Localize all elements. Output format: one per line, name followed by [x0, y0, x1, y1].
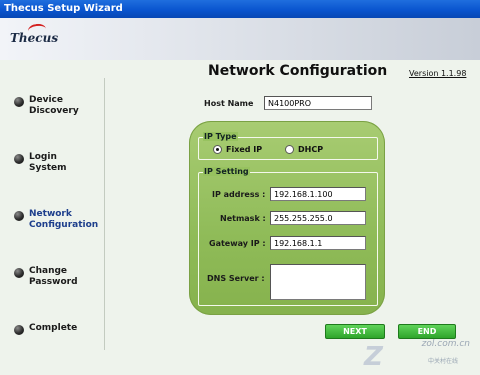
sidebar-item-label: Network Configuration	[29, 209, 99, 230]
dns-server-label: DNS Server :	[207, 274, 265, 283]
next-button[interactable]: NEXT	[325, 324, 385, 339]
sidebar-item-label: Login System	[29, 152, 67, 173]
dhcp-label: DHCP	[298, 145, 324, 154]
end-button[interactable]: END	[398, 324, 456, 339]
step-bullet-icon	[14, 97, 24, 107]
step-bullet-icon	[14, 211, 24, 221]
sidebar-item-login-system[interactable]: Login System	[14, 152, 107, 174]
step-bullet-icon	[14, 268, 24, 278]
window-title: Thecus Setup Wizard	[4, 3, 123, 14]
title-bar[interactable]: Thecus Setup Wizard	[0, 0, 480, 18]
sidebar-item-label: Change Password	[29, 266, 78, 287]
thecus-logo: Thecus	[10, 31, 59, 45]
netmask-input[interactable]	[270, 211, 366, 225]
sidebar-item-network-configuration[interactable]: Network Configuration	[14, 209, 107, 231]
sidebar-item-label: Complete	[29, 323, 78, 333]
dns-server-textarea[interactable]	[270, 264, 366, 300]
step-bullet-icon	[14, 325, 24, 335]
ip-type-legend: IP Type	[203, 132, 238, 141]
setup-wizard-window: Thecus Setup Wizard Thecus Device Discov…	[0, 0, 480, 375]
watermark-cn: 中关村在线	[427, 358, 458, 365]
sidebar-item-change-password[interactable]: Change Password	[14, 266, 107, 288]
step-bullet-icon	[14, 154, 24, 164]
sidebar-item-device-discovery[interactable]: Device Discovery	[14, 95, 107, 117]
radio-unchecked-icon	[285, 145, 294, 154]
watermark-site: zol.com.cn	[421, 339, 470, 349]
ip-address-label: IP address :	[212, 190, 266, 199]
dhcp-radio[interactable]: DHCP	[285, 145, 323, 154]
ip-setting-legend: IP Setting	[203, 167, 250, 176]
fixed-ip-label: Fixed IP	[226, 145, 263, 154]
gateway-ip-label: Gateway IP :	[209, 239, 266, 248]
page-title: Network Configuration	[208, 63, 388, 79]
sidebar-item-complete[interactable]: Complete	[14, 323, 107, 335]
radio-checked-icon	[213, 145, 222, 154]
gateway-ip-input[interactable]	[270, 236, 366, 250]
watermark-z-icon: Z	[364, 342, 383, 372]
sidebar-item-label: Device Discovery	[29, 95, 79, 116]
version-link[interactable]: Version 1.1.98	[409, 69, 466, 78]
host-name-label: Host Name	[204, 99, 254, 108]
netmask-label: Netmask :	[220, 214, 266, 223]
logo-banner: Thecus	[0, 18, 480, 60]
host-name-input[interactable]	[264, 96, 372, 110]
fixed-ip-radio[interactable]: Fixed IP	[213, 145, 262, 154]
ip-address-input[interactable]	[270, 187, 366, 201]
